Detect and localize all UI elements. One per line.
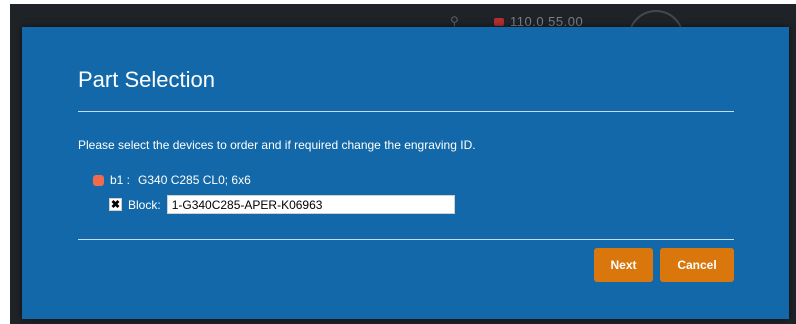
block-label: Block:	[128, 197, 161, 212]
footer-divider	[78, 239, 734, 240]
part-selection-dialog: Part Selection Please select the devices…	[22, 27, 789, 319]
device-row: b1 : G340 C285 CL0; 6x6	[93, 173, 251, 187]
instruction-text: Please select the devices to order and i…	[78, 138, 476, 152]
block-row: ✖ Block:	[109, 195, 455, 214]
device-status-indicator	[93, 174, 104, 186]
title-divider	[78, 111, 734, 112]
background-status-indicator	[494, 18, 504, 26]
device-id-label: b1 :	[110, 173, 131, 187]
next-button[interactable]: Next	[594, 248, 653, 282]
block-checkbox[interactable]: ✖	[109, 198, 122, 211]
engraving-id-input[interactable]	[166, 195, 455, 214]
cancel-button[interactable]: Cancel	[660, 248, 734, 282]
device-description: G340 C285 CL0; 6x6	[138, 173, 251, 187]
background-tool-icon: ⚲	[450, 14, 459, 28]
dialog-title: Part Selection	[78, 67, 215, 92]
